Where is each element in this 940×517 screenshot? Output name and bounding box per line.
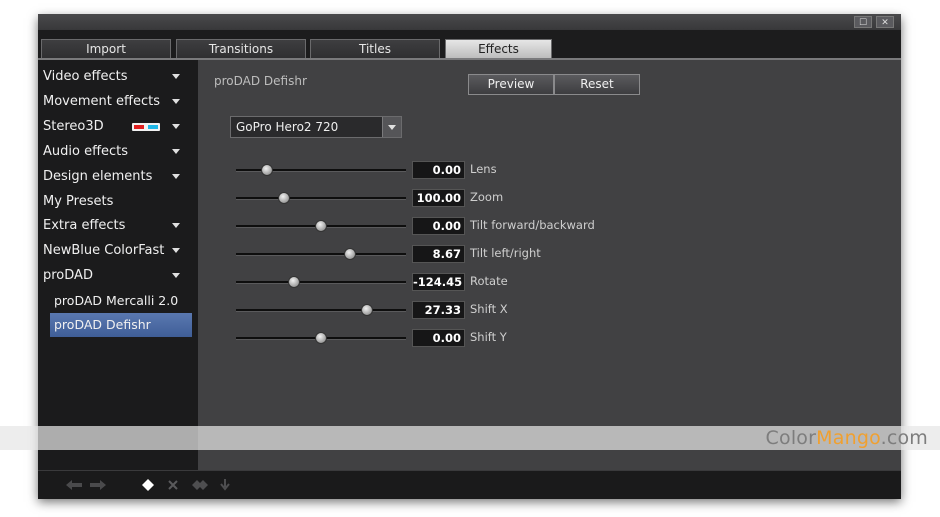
close-window-button[interactable]: ✕ [876,16,894,28]
sidebar-item-label: proDAD [43,268,93,283]
3d-glasses-icon [132,123,160,131]
chevron-down-icon [172,273,180,278]
sidebar-item-newblue-colorfast[interactable]: NewBlue ColorFast [38,239,188,263]
param-row-tilt-left-right: 8.67 Tilt left/right [236,244,656,264]
chevron-down-icon [172,248,180,253]
reset-button[interactable]: Reset [554,74,640,95]
param-label: Shift X [470,302,508,316]
slider-thumb[interactable] [260,164,273,176]
watermark-text: ColorMango.com [766,426,928,450]
param-row-tilt-forward-backward: 0.00 Tilt forward/backward [236,216,656,236]
param-label: Lens [470,162,497,176]
param-row-rotate: -124.45 Rotate [236,272,656,292]
sidebar-item-label: Video effects [43,69,128,84]
value-field[interactable]: 100.00 [412,189,465,207]
sidebar-item-movement-effects[interactable]: Movement effects [38,90,188,114]
preset-value: GoPro Hero2 720 [236,120,339,134]
param-label: Rotate [470,274,508,288]
sidebar-item-label: Audio effects [43,144,129,159]
sidebar-item-prodad-defishr[interactable]: proDAD Defishr [50,313,192,337]
sidebar-item-extra-effects[interactable]: Extra effects [38,214,188,238]
slider-track[interactable] [236,253,406,256]
watermark-part: .com [880,427,928,449]
sidebar-item-label: Movement effects [43,94,160,109]
chevron-down-icon [172,99,180,104]
sidebar-item-label: NewBlue ColorFast [43,243,165,258]
param-label: Shift Y [470,330,507,344]
sidebar-item-label: Stereo3D [43,119,104,134]
param-row-lens: 0.00 Lens [236,160,656,180]
tab-transitions[interactable]: Transitions [176,39,306,58]
sidebar-item-stereo3d[interactable]: Stereo3D [38,115,188,139]
sidebar-item-label: Design elements [43,169,153,184]
param-label: Zoom [470,190,504,204]
param-row-shift-x: 27.33 Shift X [236,300,656,320]
tab-effects[interactable]: Effects [445,39,552,58]
slider-track[interactable] [236,281,406,284]
slider-thumb[interactable] [277,192,290,204]
value-field[interactable]: 0.00 [412,161,465,179]
param-row-zoom: 100.00 Zoom [236,188,656,208]
sidebar-item-video-effects[interactable]: Video effects [38,65,188,89]
slider-thumb[interactable] [343,248,356,260]
keyframe-next-icon[interactable] [216,477,234,493]
chevron-down-icon [172,149,180,154]
slider-track[interactable] [236,197,406,200]
chevron-down-icon[interactable] [382,117,401,137]
sidebar-item-audio-effects[interactable]: Audio effects [38,140,188,164]
slider-thumb[interactable] [287,276,300,288]
plugin-title: proDAD Defishr [214,74,307,88]
sidebar-item-design-elements[interactable]: Design elements [38,165,188,189]
param-label: Tilt left/right [470,246,541,260]
slider-thumb[interactable] [315,220,327,232]
sidebar-item-my-presets[interactable]: My Presets [38,190,188,214]
sidebar-item-prodad[interactable]: proDAD [38,264,188,288]
value-field[interactable]: 0.00 [412,217,465,235]
sidebar-item-label: My Presets [43,194,114,209]
sidebar-item-label: proDAD Mercalli 2.0 [54,293,179,308]
watermark-part: Color [765,427,817,449]
slider-thumb[interactable] [360,304,373,316]
sidebar-item-prodad-mercalli[interactable]: proDAD Mercalli 2.0 [38,289,188,313]
preview-button[interactable]: Preview [468,74,554,95]
effect-settings-panel: proDAD Defishr Preview Reset GoPro Hero2… [198,60,901,470]
value-field[interactable]: -124.45 [412,273,465,291]
param-label: Tilt forward/backward [470,218,595,232]
slider-track[interactable] [236,309,406,312]
keyframe-add-icon[interactable] [141,477,155,493]
value-field[interactable]: 27.33 [412,301,465,319]
restore-window-button[interactable]: ☐ [854,16,872,28]
value-field[interactable]: 8.67 [412,245,465,263]
effects-sidebar: Video effects Movement effects Stereo3D … [38,60,198,470]
chevron-down-icon [172,223,180,228]
sidebar-item-label: proDAD Defishr [54,317,151,332]
keyframe-prev-icon[interactable] [191,477,209,493]
chevron-down-icon [172,124,180,129]
watermark-band: ColorMango.com [0,426,940,450]
slider-thumb[interactable] [315,332,327,344]
bottom-toolbar [38,470,901,499]
undo-icon[interactable] [64,477,84,493]
tab-import[interactable]: Import [41,39,171,58]
title-bar: ☐ ✕ [38,14,901,30]
preset-dropdown[interactable]: GoPro Hero2 720 [230,116,402,138]
value-field[interactable]: 0.00 [412,329,465,347]
chevron-down-icon [172,174,180,179]
sidebar-item-label: Extra effects [43,218,126,233]
keyframe-delete-icon[interactable] [166,477,180,493]
param-row-shift-y: 0.00 Shift Y [236,328,656,348]
watermark-part: Mango [816,427,881,449]
tab-titles[interactable]: Titles [310,39,440,58]
chevron-down-icon [172,74,180,79]
redo-icon[interactable] [88,477,108,493]
